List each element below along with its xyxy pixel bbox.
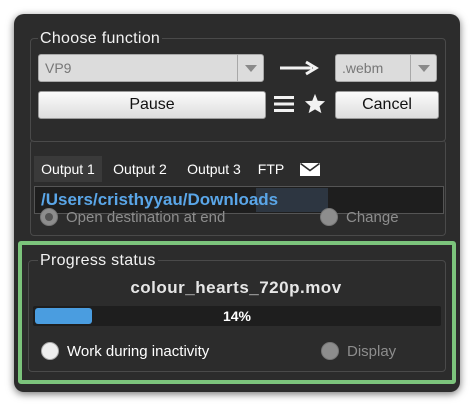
destination-path-value: /Users/cristhyyau/Downloads [41,190,279,209]
work-inactivity-label: Work during inactivity [67,343,210,360]
hamburger-menu-icon[interactable] [274,95,294,113]
open-destination-label: Open destination at end [66,209,226,226]
change-radio[interactable] [320,208,338,226]
display-radio[interactable] [321,342,339,360]
tab-ftp[interactable]: FTP [252,156,290,182]
choose-function-title: Choose function [38,30,163,48]
tab-output-2[interactable]: Output 2 [106,156,174,182]
container-select[interactable]: .webm [335,54,437,82]
tab-email[interactable] [294,156,328,182]
change-label: Change [346,209,399,226]
chevron-down-icon[interactable] [410,55,436,81]
chevron-down-icon[interactable] [237,55,263,81]
open-destination-radio[interactable] [40,208,58,226]
work-inactivity-radio[interactable] [41,342,59,360]
current-filename: colour_hearts_720p.mov [130,278,342,297]
tab-output-1[interactable]: Output 1 [34,156,102,182]
right-arrow-icon [280,60,319,76]
progress-bar: 14% [33,306,441,326]
progress-percent-text: 14% [222,308,252,324]
cancel-button[interactable]: Cancel [335,91,439,119]
tab-output-3[interactable]: Output 3 [180,156,248,182]
display-label: Display [347,343,397,360]
pause-button[interactable]: Pause [38,91,266,119]
star-icon[interactable] [304,93,326,114]
codec-select[interactable]: VP9 [38,54,264,82]
container-select-value: .webm [342,60,384,76]
envelope-icon [300,163,320,176]
codec-select-value: VP9 [45,60,72,76]
